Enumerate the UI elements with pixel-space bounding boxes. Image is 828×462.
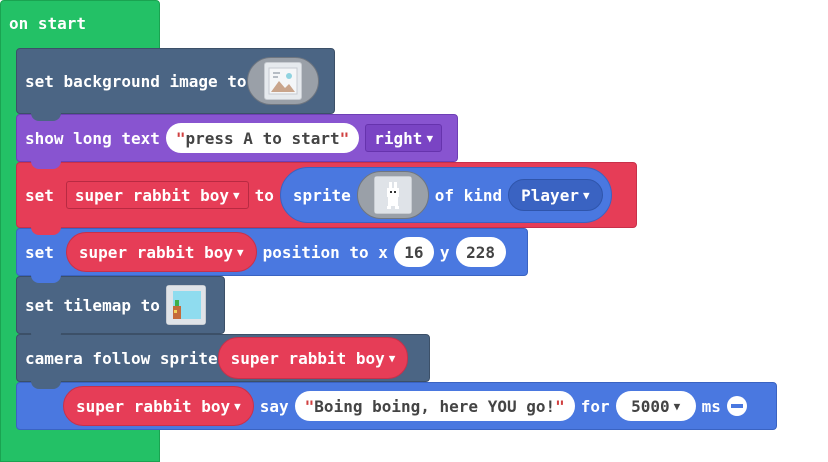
set-position-block[interactable]: set super rabbit boy ▼ position to x 16 …: [16, 228, 528, 283]
for-label: for: [580, 396, 610, 416]
camera-sprite-value: super rabbit boy: [230, 348, 385, 368]
y-label: y: [439, 242, 450, 262]
chevron-down-icon: ▼: [234, 399, 241, 413]
on-start-label: on start: [9, 14, 87, 33]
text-align-value: right: [374, 128, 423, 148]
show-long-text-label: show long text: [25, 128, 160, 148]
set-background-image-block[interactable]: set background image to: [16, 48, 335, 121]
rabbit-sprite-icon: [373, 176, 412, 214]
x-input[interactable]: 16: [393, 237, 434, 267]
chevron-down-icon: ▼: [388, 351, 396, 365]
set-tilemap-block[interactable]: set tilemap to: [16, 276, 225, 341]
camera-follow-label: camera follow sprite: [25, 348, 218, 368]
say-text-value: Boing boing, here YOU go!: [314, 396, 556, 416]
sprite-label: sprite: [292, 185, 351, 205]
to-label: to: [254, 185, 274, 205]
chevron-down-icon: ▼: [426, 131, 434, 145]
set-sprite-block[interactable]: set super rabbit boy ▼ to sprite of kind…: [16, 162, 637, 235]
position-sprite-dropdown[interactable]: super rabbit boy ▼: [65, 232, 257, 272]
text-align-dropdown[interactable]: right ▼: [365, 124, 443, 152]
say-sprite-value: super rabbit boy: [76, 396, 231, 416]
ms-label: ms: [701, 396, 721, 416]
sprite-kind-dropdown[interactable]: Player ▼: [508, 179, 603, 211]
image-placeholder-icon: [263, 62, 302, 100]
create-sprite-reporter[interactable]: sprite of kind Player ▼: [279, 167, 612, 223]
position-to-x-label: position to x: [262, 242, 388, 262]
sprite-image-picker[interactable]: [356, 171, 429, 219]
chevron-down-icon: ▼: [233, 188, 240, 202]
chevron-down-icon: ▼: [673, 399, 681, 413]
chevron-down-icon: ▼: [582, 188, 590, 202]
of-kind-label: of kind: [434, 185, 503, 205]
set-position-label: set: [25, 242, 54, 262]
background-image-picker[interactable]: [246, 57, 319, 105]
sprite-variable-dropdown[interactable]: super rabbit boy ▼: [65, 181, 249, 209]
say-text-input[interactable]: " Boing boing, here YOU go! ": [294, 391, 575, 421]
camera-sprite-dropdown[interactable]: super rabbit boy ▼: [217, 337, 409, 379]
sprite-kind-value: Player: [521, 185, 579, 205]
remove-parameter-icon[interactable]: [726, 396, 747, 416]
tilemap-icon[interactable]: [165, 285, 206, 325]
duration-value: 5000: [631, 396, 670, 416]
camera-follow-block[interactable]: camera follow sprite super rabbit boy ▼: [16, 334, 430, 389]
show-long-text-block[interactable]: show long text " press A to start " right …: [16, 114, 458, 169]
long-text-value: press A to start: [185, 128, 340, 148]
y-input[interactable]: 228: [455, 237, 506, 267]
set-label: set: [25, 185, 54, 205]
long-text-input[interactable]: " press A to start ": [165, 123, 360, 153]
say-sprite-dropdown[interactable]: super rabbit boy ▼: [63, 386, 254, 426]
say-label: say: [259, 396, 289, 416]
say-block[interactable]: super rabbit boy ▼ say " Boing boing, her…: [16, 382, 777, 430]
set-background-label: set background image to: [25, 71, 247, 91]
sprite-variable-value: super rabbit boy: [74, 185, 230, 205]
set-tilemap-label: set tilemap to: [25, 295, 160, 315]
position-sprite-value: super rabbit boy: [78, 242, 234, 262]
duration-dropdown[interactable]: 5000 ▼: [615, 391, 696, 421]
chevron-down-icon: ▼: [237, 245, 244, 259]
